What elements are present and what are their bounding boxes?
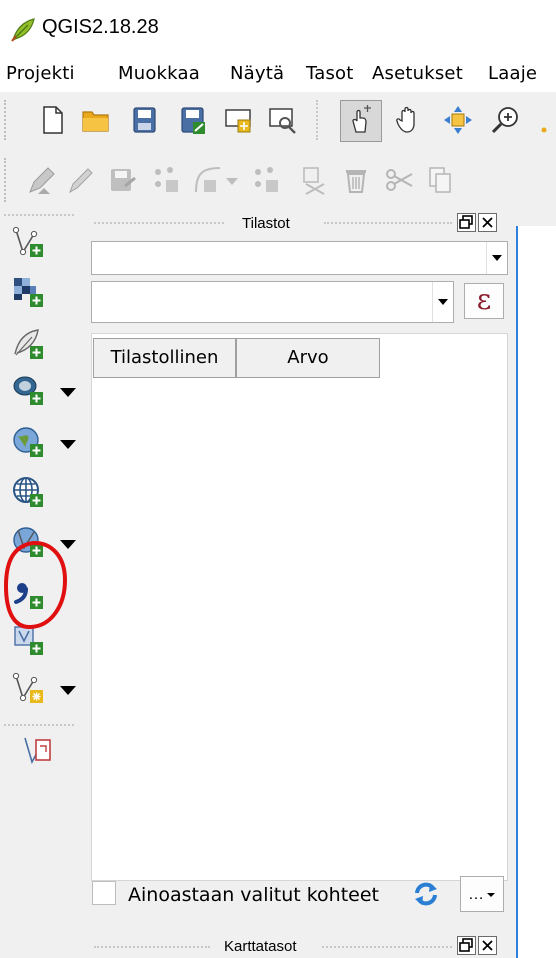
add-part-icon[interactable] <box>250 164 282 196</box>
menu-asetukset[interactable]: Asetukset <box>372 62 463 86</box>
menu-laajennukset[interactable]: Laaje <box>488 62 537 86</box>
selected-only-checkbox[interactable] <box>92 881 116 905</box>
column-header-arvo[interactable]: Arvo <box>236 338 380 378</box>
close-icon <box>482 217 493 228</box>
more-options-label: … <box>468 886 484 903</box>
toolbar-grip[interactable] <box>4 214 74 216</box>
expression-builder-button[interactable]: ε <box>464 283 504 319</box>
panel-grip[interactable] <box>322 946 452 948</box>
close-icon <box>482 940 493 951</box>
digitizing-toolbar <box>0 150 556 210</box>
panel-grip[interactable] <box>94 946 210 948</box>
new-layer-dropdown-arrow[interactable] <box>60 686 76 695</box>
refresh-icon[interactable] <box>412 880 440 908</box>
chevron-down-icon <box>487 892 495 897</box>
next-panel-title: Karttatasot <box>224 938 297 955</box>
identify-touch-icon[interactable] <box>344 104 376 136</box>
toolbar-grip[interactable] <box>4 100 12 140</box>
restore-icon <box>459 215 473 229</box>
zoom-in-icon[interactable] <box>490 104 522 136</box>
delete-part-icon[interactable] <box>296 164 328 196</box>
title-bar: QGIS2.18.28 <box>0 0 556 56</box>
save-edits-icon[interactable] <box>106 164 138 196</box>
statistics-table[interactable]: Tilastollinen Arvo <box>91 333 508 881</box>
add-vector-layer-icon[interactable] <box>12 226 44 258</box>
node-tool-icon[interactable] <box>192 164 224 196</box>
save-icon[interactable] <box>128 104 160 136</box>
map-canvas[interactable] <box>516 226 556 958</box>
new-shapefile-layer-icon[interactable] <box>12 672 44 704</box>
delete-selected-icon[interactable] <box>340 164 372 196</box>
toolbar-grip[interactable] <box>4 724 74 726</box>
qgis-leaf-icon <box>11 18 35 42</box>
toggle-editing-icon[interactable] <box>64 164 96 196</box>
menu-projekti[interactable]: Projekti <box>6 62 75 86</box>
menu-tasot[interactable]: Tasot <box>306 62 354 86</box>
selected-only-label[interactable]: Ainoastaan valitut kohteet <box>128 883 379 907</box>
menu-nayta[interactable]: Näytä <box>230 62 284 86</box>
cut-features-icon[interactable] <box>384 164 416 196</box>
open-folder-icon[interactable] <box>80 104 112 136</box>
restore-icon <box>459 938 473 952</box>
save-as-icon[interactable] <box>176 104 208 136</box>
menu-muokkaa[interactable]: Muokkaa <box>118 62 200 86</box>
new-project-icon[interactable] <box>36 104 68 136</box>
toolbar-separator <box>316 100 318 140</box>
node-tool-dropdown-arrow[interactable] <box>226 178 238 185</box>
add-wms-dropdown-arrow[interactable] <box>60 440 76 449</box>
add-wfs-layer-icon[interactable] <box>12 476 44 508</box>
chevron-down-icon <box>486 242 507 274</box>
add-raster-layer-icon[interactable] <box>12 276 44 308</box>
add-wms-layer-icon[interactable] <box>12 426 44 458</box>
georeferencer-icon[interactable] <box>22 734 54 766</box>
chevron-down-icon <box>432 282 453 322</box>
window-title: QGIS2.18.28 <box>42 16 159 38</box>
composer-manager-icon[interactable] <box>266 104 298 136</box>
add-feature-icon[interactable] <box>150 164 182 196</box>
copy-features-icon[interactable] <box>424 164 456 196</box>
panel-title: Tilastot <box>242 215 290 232</box>
float-panel-button[interactable] <box>457 213 476 232</box>
pan-hand-icon[interactable] <box>392 104 424 136</box>
red-highlight-circle <box>3 540 67 629</box>
field-expression-combobox[interactable] <box>91 281 454 323</box>
toolbar-grip[interactable] <box>4 158 12 202</box>
current-edits-icon[interactable] <box>26 164 58 196</box>
file-and-navigation-toolbar <box>0 92 556 148</box>
close-panel-button[interactable] <box>478 936 497 955</box>
add-postgis-dropdown-arrow[interactable] <box>60 388 76 397</box>
layer-combobox[interactable] <box>91 241 508 275</box>
close-panel-button[interactable] <box>478 213 497 232</box>
column-header-tilastollinen[interactable]: Tilastollinen <box>93 338 236 378</box>
float-panel-button[interactable] <box>457 936 476 955</box>
panel-grip[interactable] <box>324 222 452 224</box>
new-print-composer-icon[interactable] <box>222 104 254 136</box>
more-options-button[interactable]: … <box>460 876 504 912</box>
statistics-panel: Tilastot ε Tilastollinen Arvo Ainoastaan… <box>88 210 514 958</box>
panel-grip[interactable] <box>94 222 224 224</box>
add-spatialite-layer-icon[interactable] <box>12 328 44 360</box>
pan-to-selection-icon[interactable] <box>442 104 474 136</box>
toolbar-overflow-icon <box>541 127 547 133</box>
menu-bar: Projekti Muokkaa Näytä Tasot Asetukset L… <box>0 56 556 92</box>
add-postgis-layer-icon[interactable] <box>12 374 44 406</box>
